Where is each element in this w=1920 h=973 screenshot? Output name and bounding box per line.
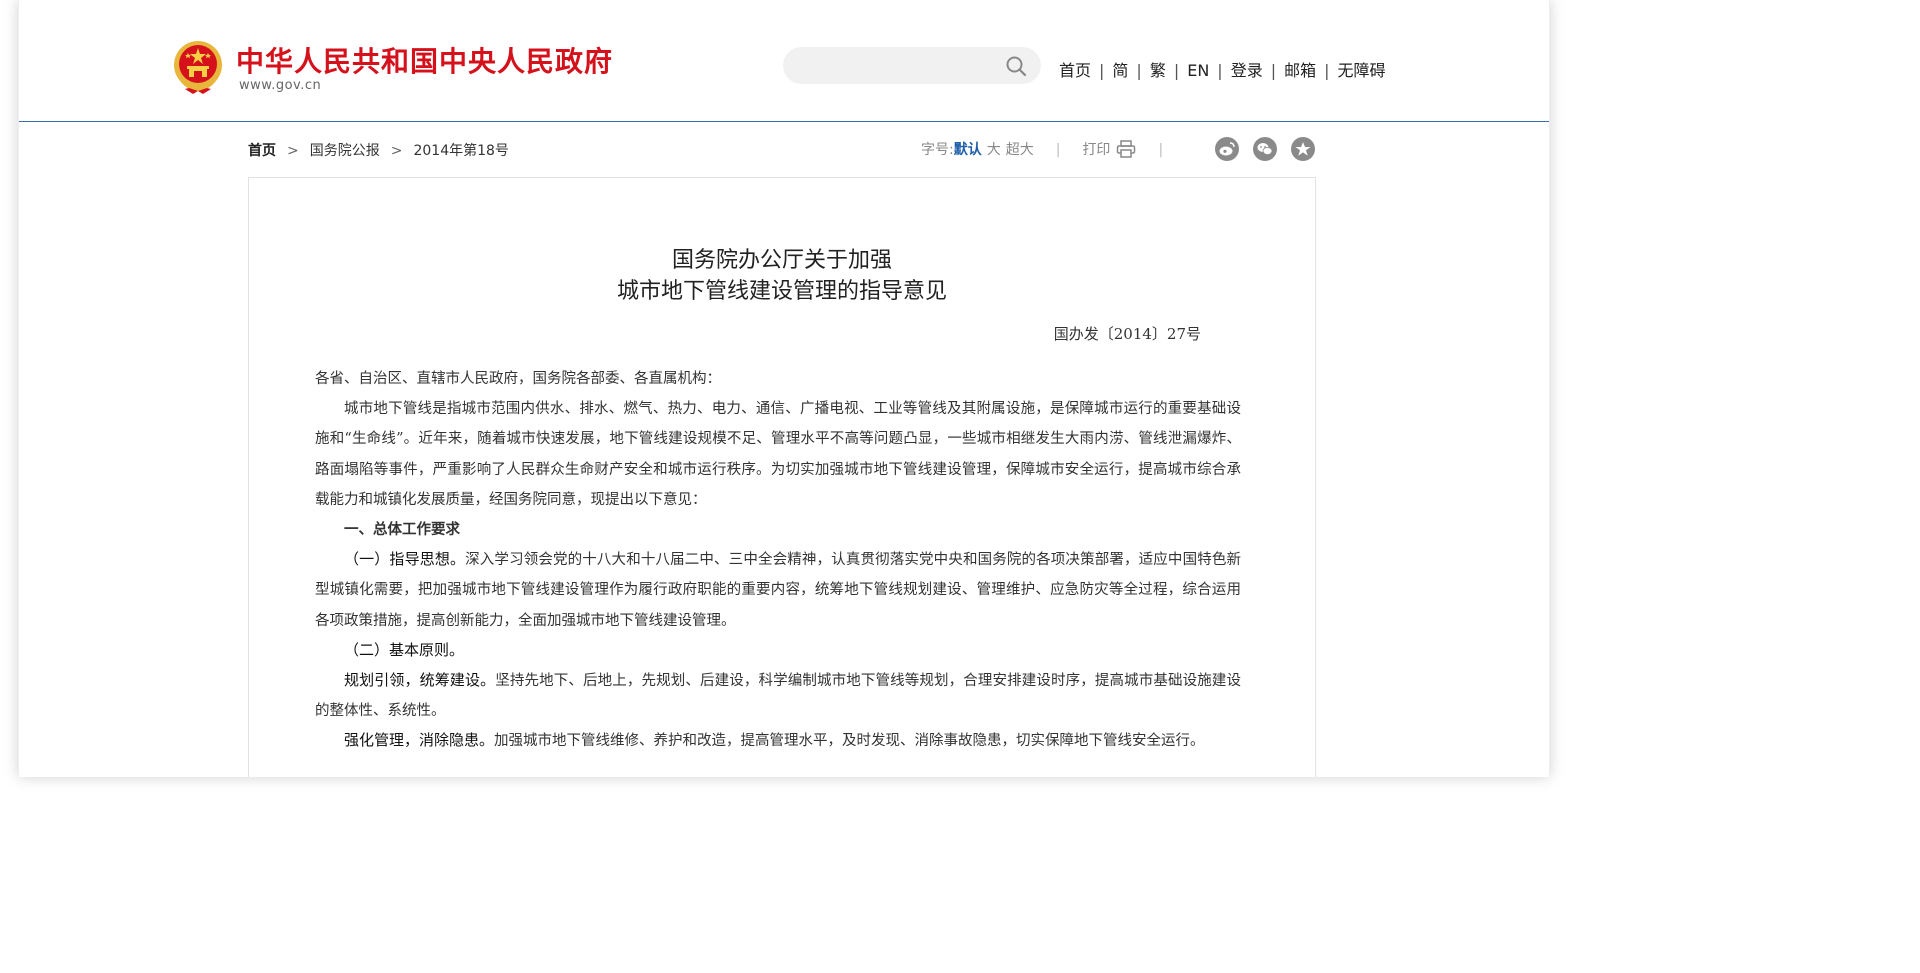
tools-divider: |: [1158, 142, 1163, 158]
nav-simplified[interactable]: 简: [1112, 61, 1128, 80]
tools-divider: |: [1056, 142, 1061, 158]
document-body: 各省、自治区、直辖市人民政府，国务院各部委、各直属机构： 城市地下管线是指城市范…: [315, 364, 1241, 757]
page-tools: 字号:默认大超大 | 打印 |: [921, 139, 1185, 159]
chevron-right-icon: >: [391, 143, 403, 159]
document-title-line2: 城市地下管线建设管理的指导意见: [249, 273, 1315, 305]
search-input[interactable]: [783, 47, 1041, 84]
nav-english[interactable]: EN: [1187, 61, 1209, 80]
page: 中华人民共和国中央人民政府 www.gov.cn 首页 | 简 | 繁 | EN | 登录 | 邮箱…: [18, 0, 1550, 777]
nav-login[interactable]: 登录: [1231, 61, 1263, 80]
font-size-default[interactable]: 默认: [954, 142, 982, 158]
principle-planning-paragraph: 规划引领，统筹建设。坚持先地下、后地上，先规划、后建设，科学编制城市地下管线等规…: [315, 666, 1241, 726]
document-title-line1: 国务院办公厅关于加强: [249, 242, 1315, 274]
basic-principles-heading: （二）基本原则。: [315, 636, 1241, 666]
breadcrumb: 首页 > 国务院公报 >2014年第18号: [248, 140, 509, 160]
national-emblem-icon[interactable]: [171, 39, 225, 95]
principle-management-paragraph: 强化管理，消除隐患。加强城市地下管线维修、养护和改造，提高管理水平，及时发现、消…: [315, 726, 1241, 756]
document-number: 国办发〔2014〕27号: [1054, 323, 1201, 344]
salutation: 各省、自治区、直辖市人民政府，国务院各部委、各直属机构：: [315, 364, 1241, 394]
site-header: 中华人民共和国中央人民政府 www.gov.cn 首页 | 简 | 繁 | EN | 登录 | 邮箱…: [19, 0, 1549, 122]
document-panel: 国务院办公厅关于加强 城市地下管线建设管理的指导意见 国办发〔2014〕27号 …: [248, 177, 1316, 777]
font-size-label: 字号:: [921, 142, 954, 158]
paragraph-lead: （二）基本原则。: [344, 642, 464, 659]
wechat-icon[interactable]: [1253, 137, 1277, 161]
nav-accessibility[interactable]: 无障碍: [1338, 61, 1386, 80]
nav-separator: |: [1099, 61, 1104, 80]
paragraph-lead: （一）指导思想。: [344, 551, 465, 568]
favorite-icon[interactable]: [1291, 137, 1315, 161]
nav-separator: |: [1217, 61, 1222, 80]
breadcrumb-issue[interactable]: 2014年第18号: [413, 143, 508, 159]
search-icon[interactable]: [1005, 55, 1027, 77]
nav-separator: |: [1271, 61, 1276, 80]
nav-separator: |: [1324, 61, 1329, 80]
nav-separator: |: [1136, 61, 1141, 80]
top-nav: 首页 | 简 | 繁 | EN | 登录 | 邮箱 | 无障碍: [1059, 57, 1386, 81]
print-label[interactable]: 打印: [1082, 142, 1110, 158]
guiding-ideology-paragraph: （一）指导思想。深入学习领会党的十八大和十八届二中、三中全会精神，认真贯彻落实党…: [315, 545, 1241, 636]
site-url[interactable]: www.gov.cn: [239, 78, 321, 93]
section-heading: 一、总体工作要求: [315, 515, 1241, 545]
print-icon[interactable]: [1116, 140, 1136, 158]
paragraph-lead: 规划引领，统筹建设。: [344, 672, 495, 689]
font-size-xlarge[interactable]: 超大: [1006, 142, 1034, 158]
weibo-icon[interactable]: [1215, 137, 1239, 161]
nav-home[interactable]: 首页: [1059, 61, 1091, 80]
nav-mailbox[interactable]: 邮箱: [1284, 61, 1316, 80]
breadcrumb-gazette[interactable]: 国务院公报: [310, 143, 380, 159]
font-size-large[interactable]: 大: [987, 142, 1001, 158]
nav-traditional[interactable]: 繁: [1150, 61, 1166, 80]
paragraph-text: 加强城市地下管线维修、养护和改造，提高管理水平，及时发现、消除事故隐患，切实保障…: [494, 733, 1205, 749]
site-name[interactable]: 中华人民共和国中央人民政府: [236, 40, 613, 80]
nav-separator: |: [1174, 61, 1179, 80]
chevron-right-icon: >: [287, 143, 299, 159]
breadcrumb-home[interactable]: 首页: [248, 143, 276, 159]
paragraph-lead: 强化管理，消除隐患。: [344, 732, 494, 749]
intro-paragraph: 城市地下管线是指城市范围内供水、排水、燃气、热力、电力、通信、广播电视、工业等管…: [315, 394, 1241, 515]
